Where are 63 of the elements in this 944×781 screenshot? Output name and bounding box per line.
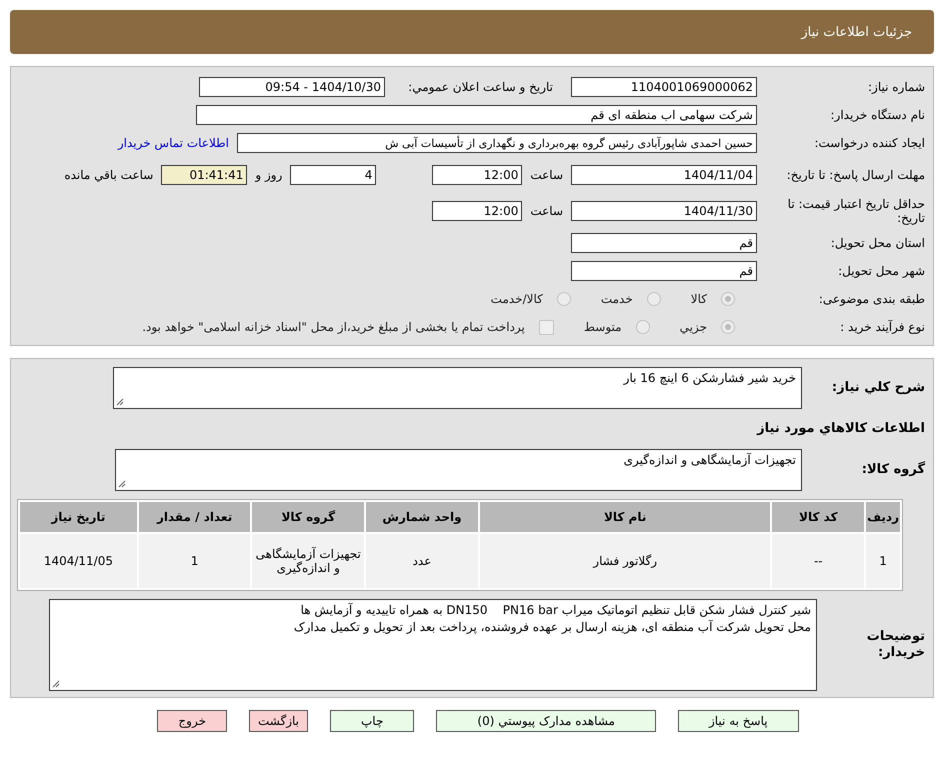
table-cell: 1404/11/05 bbox=[20, 534, 137, 588]
buyer-notes-field[interactable]: شیر کنترل فشار شکن قابل تنظیم اتوماتیک میراب DN150 PN16 bar به همراه تاییدیه و آزمایش ها محل تحویل شرکت آب منطقه ای، هزینه ارسال بر عهده فروشنده، پرداخت بعد از تحویل و تکمیل مدارک bbox=[49, 599, 817, 691]
value-field[interactable]: 1404/10/30 - 09:54 bbox=[199, 77, 385, 97]
value-field[interactable]: شرکت سهامی اب منطقه ای قم bbox=[196, 105, 757, 125]
value-field[interactable]: 12:00 bbox=[432, 201, 522, 221]
countdown-field[interactable]: 01:41:41 bbox=[161, 165, 248, 185]
goods-group-field[interactable]: تجهیزات آزمایشگاهی و اندازه‌گیری bbox=[115, 449, 802, 491]
field-label: شماره نیاز: bbox=[867, 80, 925, 94]
table-cell: تجهیزات آزمایشگاهی و اندازه‌گیری bbox=[252, 534, 364, 588]
resize-grip-icon[interactable] bbox=[116, 398, 124, 406]
table-cell: 1 bbox=[138, 534, 250, 588]
resize-grip-icon[interactable] bbox=[52, 680, 60, 688]
column-header: واحد شمارش bbox=[366, 502, 478, 532]
table-cell: رگلاتور فشار bbox=[480, 534, 770, 588]
column-header: تعداد / مقدار bbox=[138, 502, 250, 532]
field-label: گروه کالا: bbox=[860, 462, 925, 478]
value-field[interactable]: حسین احمدی شاپورآبادی رئیس گروه بهره‌برداری و نگهداری از تأسیسات آبی ش bbox=[237, 133, 757, 153]
column-header: گروه کالا bbox=[252, 502, 364, 532]
value-field[interactable]: 1104001069000062 bbox=[571, 77, 757, 97]
value-field[interactable]: 1404/11/30 bbox=[571, 201, 757, 221]
field-label: شرح كلي نياز: bbox=[830, 380, 925, 396]
field-label: شهر محل تحویل: bbox=[837, 264, 925, 278]
action-button[interactable]: مشاهده مدارک پیوستي (0) bbox=[436, 710, 656, 732]
radio-option[interactable]: جزيي bbox=[680, 320, 735, 334]
field-label: توضیحات خریدار: bbox=[866, 629, 925, 661]
action-button[interactable]: خروج bbox=[157, 710, 227, 732]
field-label: تاريخ و ساعت اعلان عمومي: bbox=[407, 80, 553, 94]
value-field[interactable]: 1404/11/04 bbox=[571, 165, 757, 185]
value-field[interactable]: قم bbox=[571, 233, 757, 253]
field-label: روز و bbox=[255, 168, 282, 182]
radio-option[interactable]: كالا bbox=[690, 292, 735, 306]
field-label: ساعت bbox=[530, 204, 563, 218]
column-header: کد کالا bbox=[772, 502, 864, 532]
table-cell: -- bbox=[772, 534, 864, 588]
action-button[interactable]: چاپ bbox=[330, 710, 414, 732]
resize-grip-icon[interactable] bbox=[118, 480, 126, 488]
column-header: رديف bbox=[866, 502, 900, 532]
radio-option[interactable]: كالا/خدمت bbox=[490, 292, 571, 306]
treasury-checkbox[interactable]: پرداخت تمام یا بخشی از مبلغ خرید،از محل "اسناد خزانه اسلامی" خواهد بود. bbox=[142, 320, 554, 334]
field-label: اطلاعات كالاهاي مورد نياز bbox=[756, 421, 925, 437]
radio-option[interactable]: متوسط bbox=[584, 320, 650, 334]
radio-option[interactable]: خدمت bbox=[600, 292, 661, 306]
contact-link[interactable]: اطلاعات تماس خریدار bbox=[118, 136, 229, 150]
field-label: نوع فرآیند خرید : bbox=[839, 320, 925, 334]
column-header: نام کالا bbox=[480, 502, 770, 532]
field-label: طبقه بندی موضوعی: bbox=[818, 292, 925, 306]
field-label: حداقل تاریخ اعتبار قیمت: تا تاریخ: bbox=[786, 196, 925, 226]
field-label: ساعت باقي مانده bbox=[64, 168, 154, 182]
field-label: استان محل تحویل: bbox=[830, 236, 925, 250]
field-label: ساعت bbox=[530, 168, 563, 182]
page-header: جزئیات اطلاعات نیاز bbox=[10, 10, 934, 54]
value-field[interactable]: 12:00 bbox=[432, 165, 522, 185]
field-label: نام دستگاه خریدار: bbox=[830, 108, 925, 122]
field-label: مهلت ارسال پاسخ: تا تاریخ: bbox=[786, 168, 925, 182]
table-cell: 1 bbox=[866, 534, 900, 588]
column-header: تاریخ نیاز bbox=[20, 502, 137, 532]
field-label: ایجاد کننده درخواست: bbox=[813, 136, 925, 150]
value-field[interactable]: 4 bbox=[290, 165, 376, 185]
action-button[interactable]: بازگشت bbox=[249, 710, 308, 732]
value-field[interactable]: قم bbox=[571, 261, 757, 281]
description-field[interactable]: خرید شیر فشارشکن 6 اینچ 16 بار bbox=[113, 367, 802, 409]
action-button[interactable]: پاسخ به نياز bbox=[678, 710, 799, 732]
table-cell: عدد bbox=[366, 534, 478, 588]
